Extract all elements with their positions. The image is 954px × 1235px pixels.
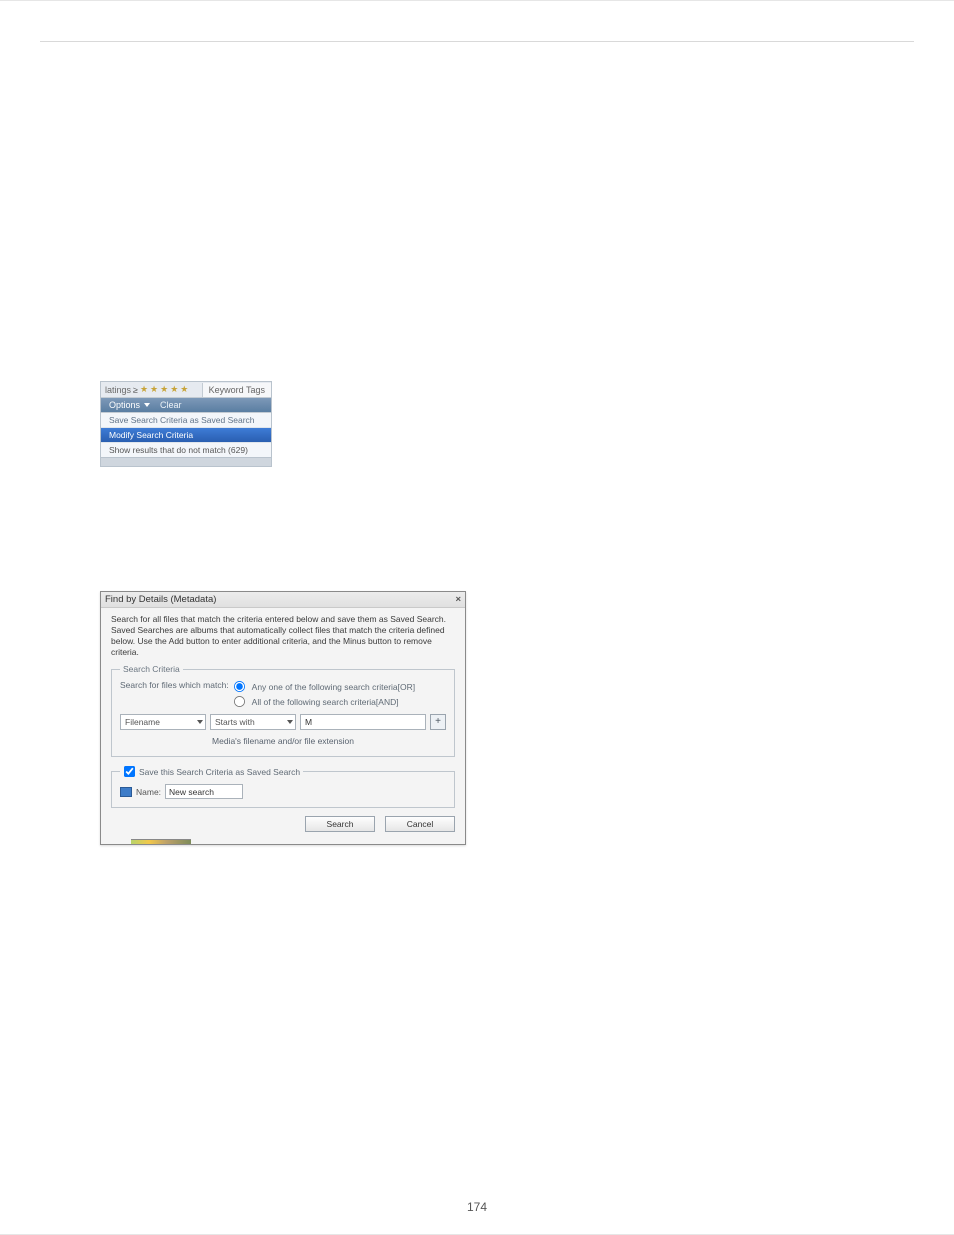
top-rule <box>40 41 914 42</box>
thumbnail-strip <box>131 839 191 844</box>
radio-or-input[interactable] <box>234 681 245 692</box>
criteria-operator-select[interactable]: Starts with <box>210 714 296 730</box>
find-by-details-dialog: Find by Details (Metadata) × Search for … <box>100 591 466 845</box>
menu-item-save-search[interactable]: Save Search Criteria as Saved Search <box>101 413 271 428</box>
dialog-title: Find by Details (Metadata) <box>105 594 216 605</box>
criteria-hint: Media's filename and/or file extension <box>120 736 446 746</box>
save-search-checkbox[interactable] <box>124 766 135 777</box>
search-criteria-group: Search Criteria Search for files which m… <box>111 664 455 757</box>
star-icon: ★ <box>140 384 148 395</box>
radio-or-label: Any one of the following search criteria… <box>252 682 415 692</box>
page-content <box>40 41 914 42</box>
page-number: 174 <box>0 1200 954 1214</box>
match-options: Any one of the following search criteria… <box>233 680 415 708</box>
keyword-tags-filter[interactable]: Keyword Tags <box>202 383 271 397</box>
star-icon: ★ <box>170 384 178 395</box>
radio-and-label: All of the following search criteria[AND… <box>252 697 399 707</box>
criteria-field-select[interactable]: Filename <box>120 714 206 730</box>
options-label: Options <box>109 400 140 410</box>
dialog-titlebar: Find by Details (Metadata) × <box>101 592 465 608</box>
match-label: Search for files which match: <box>120 680 229 690</box>
star-icon: ★ <box>150 384 158 395</box>
criteria-operator-value: Starts with <box>215 717 255 727</box>
save-search-label: Save this Search Criteria as Saved Searc… <box>139 767 300 777</box>
saved-search-icon <box>120 787 132 797</box>
saved-search-name-input[interactable] <box>165 784 243 799</box>
star-icon: ★ <box>180 384 188 395</box>
menu-item-modify-search[interactable]: Modify Search Criteria <box>101 428 271 443</box>
ratings-label: latings <box>105 385 131 395</box>
save-name-row: Name: <box>120 784 446 799</box>
save-search-group: Save this Search Criteria as Saved Searc… <box>111 765 455 808</box>
criteria-row: Filename Starts with + <box>120 714 446 730</box>
cancel-button[interactable]: Cancel <box>385 816 455 832</box>
search-criteria-legend: Search Criteria <box>120 664 183 674</box>
ratings-op: ≥ <box>133 385 138 395</box>
document-page: latings ≥ ★ ★ ★ ★ ★ Keyword Tags Options… <box>0 0 954 1235</box>
drag-handle[interactable] <box>101 457 271 466</box>
ratings-filter[interactable]: latings ≥ ★ ★ ★ ★ ★ <box>101 382 202 397</box>
options-menu: Save Search Criteria as Saved Search Mod… <box>101 412 271 457</box>
dialog-description: Search for all files that match the crit… <box>111 614 455 658</box>
dialog-footer: Search Cancel <box>111 816 455 832</box>
menu-item-show-no-match[interactable]: Show results that do not match (629) <box>101 443 271 457</box>
radio-and-input[interactable] <box>234 696 245 707</box>
dialog-body: Search for all files that match the crit… <box>101 608 465 840</box>
close-icon[interactable]: × <box>455 594 461 605</box>
options-row: Options Clear <box>101 398 271 412</box>
radio-and[interactable]: All of the following search criteria[AND… <box>233 695 415 708</box>
save-search-legend: Save this Search Criteria as Saved Searc… <box>120 765 303 778</box>
dropdown-icon <box>144 403 150 407</box>
criteria-field-value: Filename <box>125 717 160 727</box>
search-button[interactable]: Search <box>305 816 375 832</box>
radio-or[interactable]: Any one of the following search criteria… <box>233 680 415 693</box>
star-icon: ★ <box>160 384 168 395</box>
chevron-down-icon <box>197 720 203 724</box>
criteria-value-input[interactable] <box>300 714 426 730</box>
options-button[interactable]: Options <box>105 400 154 410</box>
clear-button[interactable]: Clear <box>160 400 182 410</box>
match-mode-row: Search for files which match: Any one of… <box>120 680 446 708</box>
options-dropdown-screenshot: latings ≥ ★ ★ ★ ★ ★ Keyword Tags Options… <box>100 381 272 467</box>
add-criteria-button[interactable]: + <box>430 714 446 730</box>
chevron-down-icon <box>287 720 293 724</box>
filter-bar: latings ≥ ★ ★ ★ ★ ★ Keyword Tags <box>101 382 271 398</box>
name-label: Name: <box>136 787 161 797</box>
